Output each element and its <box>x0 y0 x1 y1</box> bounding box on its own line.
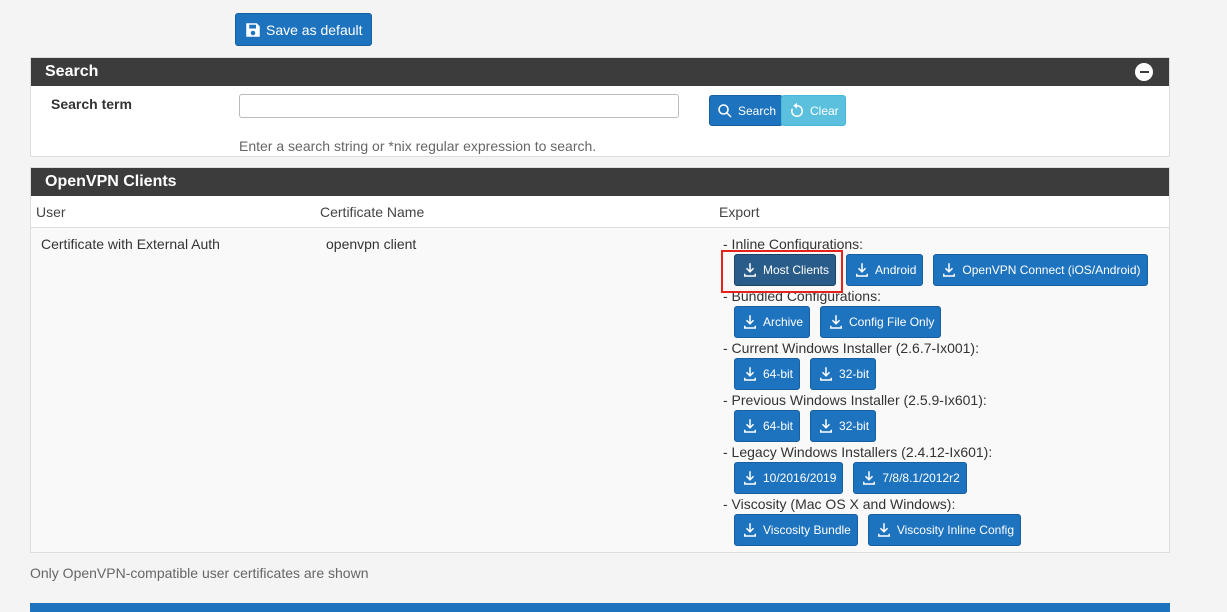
current-win-32bit-label: 32-bit <box>839 367 870 381</box>
previous-win-64bit-button[interactable]: 64-bit <box>734 410 801 442</box>
legacy-win-10-2016-2019-label: 10/2016/2019 <box>763 471 837 485</box>
search-term-input[interactable] <box>239 94 679 118</box>
save-as-default-button[interactable]: Save as default <box>235 13 372 46</box>
previous-win-64bit-label: 64-bit <box>763 419 794 433</box>
row-user: Certificate with External Auth <box>41 236 220 252</box>
inline-openvpn-connect-button[interactable]: OpenVPN Connect (iOS/Android) <box>933 254 1148 286</box>
footnote-text: Only OpenVPN-compatible user certificate… <box>30 565 369 581</box>
download-icon <box>744 315 756 329</box>
search-panel-title: Search <box>45 63 99 80</box>
bundled-archive-label: Archive <box>763 315 804 329</box>
search-term-label: Search term <box>51 96 132 112</box>
download-icon <box>877 523 890 537</box>
search-panel-header: Search <box>31 58 1169 86</box>
undo-icon <box>791 102 804 117</box>
highlight-annotation-box <box>721 250 843 293</box>
clear-button-label: Clear <box>810 103 839 118</box>
clear-button[interactable]: Clear <box>781 95 846 126</box>
previous-windows-buttons: 64-bit 32-bit <box>734 410 877 442</box>
download-icon <box>943 263 956 277</box>
legacy-win-7-8-2012r2-button[interactable]: 7/8/8.1/2012r2 <box>853 462 967 494</box>
column-header-user: User <box>36 204 66 220</box>
current-win-64bit-button[interactable]: 64-bit <box>734 358 801 390</box>
legacy-windows-installers-label: - Legacy Windows Installers (2.4.12-Ix60… <box>723 444 993 460</box>
magnifier-icon <box>718 103 732 118</box>
download-icon <box>744 471 756 485</box>
search-button[interactable]: Search <box>709 95 784 126</box>
row-certificate: openvpn client <box>326 236 417 252</box>
current-windows-installer-label: - Current Windows Installer (2.6.7-Ix001… <box>723 340 979 356</box>
openvpn-clients-panel: OpenVPN Clients User Certificate Name Ex… <box>30 167 1170 553</box>
previous-windows-installer-label: - Previous Windows Installer (2.5.9-Ix60… <box>723 392 987 408</box>
save-as-default-label: Save as default <box>266 21 363 38</box>
download-icon <box>820 419 833 433</box>
download-icon <box>744 367 756 381</box>
viscosity-inline-config-label: Viscosity Inline Config <box>896 523 1014 537</box>
column-header-certificate: Certificate Name <box>320 204 425 220</box>
viscosity-buttons: Viscosity Bundle Viscosity Inline Config <box>734 514 1021 546</box>
bundled-config-file-only-button[interactable]: Config File Only <box>820 306 942 338</box>
download-icon <box>856 263 869 277</box>
previous-win-32bit-label: 32-bit <box>839 419 870 433</box>
collapse-icon[interactable] <box>1135 63 1153 81</box>
current-win-64bit-label: 64-bit <box>763 367 794 381</box>
legacy-win-7-8-2012r2-label: 7/8/8.1/2012r2 <box>882 471 960 485</box>
bundled-config-file-only-label: Config File Only <box>849 315 935 329</box>
bundled-buttons: Archive Config File Only <box>734 306 942 338</box>
previous-win-32bit-button[interactable]: 32-bit <box>810 410 877 442</box>
inline-android-label: Android <box>875 263 917 277</box>
search-help-text: Enter a search string or *nix regular ex… <box>239 138 597 154</box>
download-icon <box>744 523 756 537</box>
download-icon <box>820 367 833 381</box>
viscosity-label: - Viscosity (Mac OS X and Windows): <box>723 496 956 512</box>
viscosity-bundle-button[interactable]: Viscosity Bundle <box>734 514 858 546</box>
openvpn-clients-title: OpenVPN Clients <box>45 173 177 190</box>
bundled-archive-button[interactable]: Archive <box>734 306 811 338</box>
download-icon <box>744 419 756 433</box>
current-win-32bit-button[interactable]: 32-bit <box>810 358 877 390</box>
inline-android-button[interactable]: Android <box>846 254 924 286</box>
current-windows-buttons: 64-bit 32-bit <box>734 358 877 390</box>
column-header-export: Export <box>719 204 760 220</box>
bottom-accent-bar <box>30 603 1170 612</box>
legacy-win-10-2016-2019-button[interactable]: 10/2016/2019 <box>734 462 844 494</box>
search-panel: Search Search term Search Clear Enter a … <box>30 57 1170 157</box>
download-icon <box>830 315 843 329</box>
viscosity-bundle-label: Viscosity Bundle <box>763 523 851 537</box>
openvpn-clients-header: OpenVPN Clients <box>31 168 1169 196</box>
floppy-disk-icon <box>246 22 260 37</box>
search-button-label: Search <box>738 103 777 118</box>
legacy-windows-buttons: 10/2016/2019 7/8/8.1/2012r2 <box>734 462 967 494</box>
viscosity-inline-config-button[interactable]: Viscosity Inline Config <box>867 514 1021 546</box>
inline-openvpn-connect-label: OpenVPN Connect (iOS/Android) <box>962 263 1141 277</box>
download-icon <box>863 471 876 485</box>
